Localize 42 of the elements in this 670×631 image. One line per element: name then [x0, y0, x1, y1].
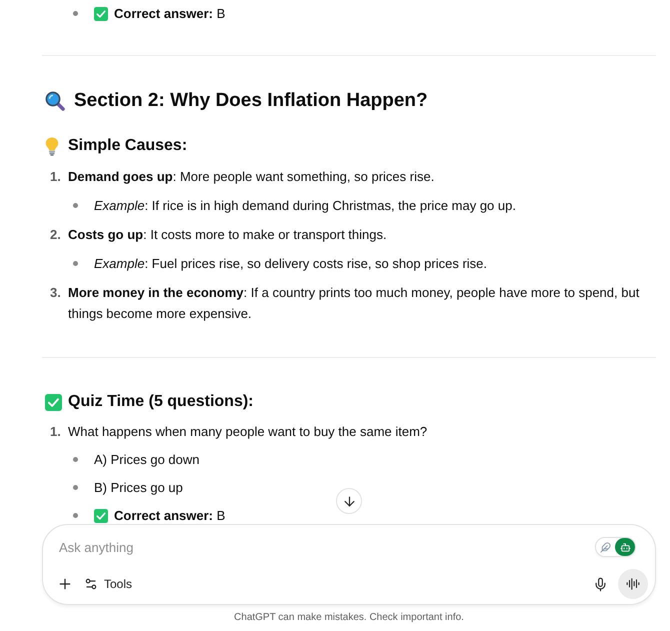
list-number: 1. [50, 168, 62, 186]
list-number: 3. [50, 284, 62, 302]
message-input[interactable]: Ask anything [59, 535, 595, 559]
subsection-heading: Simple Causes: [68, 136, 188, 156]
list-number: 1. [50, 423, 62, 441]
bullet-icon [73, 261, 78, 266]
cause-text: More money in the economy: If a country prints too much money, people have more to spend, but things become more expensive. [68, 285, 640, 321]
example-text: Example: If rice is in high demand during Christmas, the price may go up. [94, 198, 516, 213]
quiz-heading: Quiz Time (5 questions): [68, 392, 254, 412]
option-text: B) Prices go up [94, 480, 183, 495]
list-number: 2. [50, 226, 62, 244]
arrow-down-icon [342, 494, 356, 508]
answer-text: Correct answer: B [114, 6, 226, 21]
robot-icon [620, 542, 630, 552]
check-mark-icon [94, 509, 108, 523]
tools-button[interactable]: Tools [81, 572, 136, 596]
scroll-down-button[interactable] [336, 488, 362, 514]
example-text: Example: Fuel prices rise, so delivery costs rise, so shop prices rise. [94, 256, 488, 271]
audio-waves-icon [626, 577, 640, 591]
message-composer[interactable]: Ask anything Tools [42, 524, 656, 605]
section-heading: Section 2: Why Does Inflation Happen? [74, 89, 428, 113]
plus-icon [57, 576, 73, 592]
bullet-icon [73, 457, 78, 462]
check-mark-icon [94, 7, 108, 21]
question-text: What happens when many people want to buy the same item? [68, 424, 428, 439]
check-mark-icon [45, 394, 62, 410]
disclaimer-text: ChatGPT can make mistakes. Check important info. [233, 612, 465, 624]
feather-icon [600, 542, 611, 552]
voice-mode-button[interactable] [618, 569, 648, 599]
cause-text: Costs go up: It costs more to make or transport things. [68, 227, 387, 242]
magnifier-icon [45, 91, 65, 111]
light-bulb-icon [45, 136, 59, 156]
bullet-icon [73, 203, 78, 208]
option-text: A) Prices go down [94, 452, 200, 467]
cause-text: Demand goes up: More people want something, so prices rise. [68, 169, 434, 184]
bullet-icon [73, 485, 78, 490]
microphone-icon [592, 576, 608, 592]
answer-text: Correct answer: B [114, 508, 226, 523]
sliders-icon [84, 577, 98, 591]
bullet-icon [73, 513, 78, 518]
bullet-icon [73, 11, 78, 16]
mode-toggle-option[interactable] [615, 538, 635, 556]
